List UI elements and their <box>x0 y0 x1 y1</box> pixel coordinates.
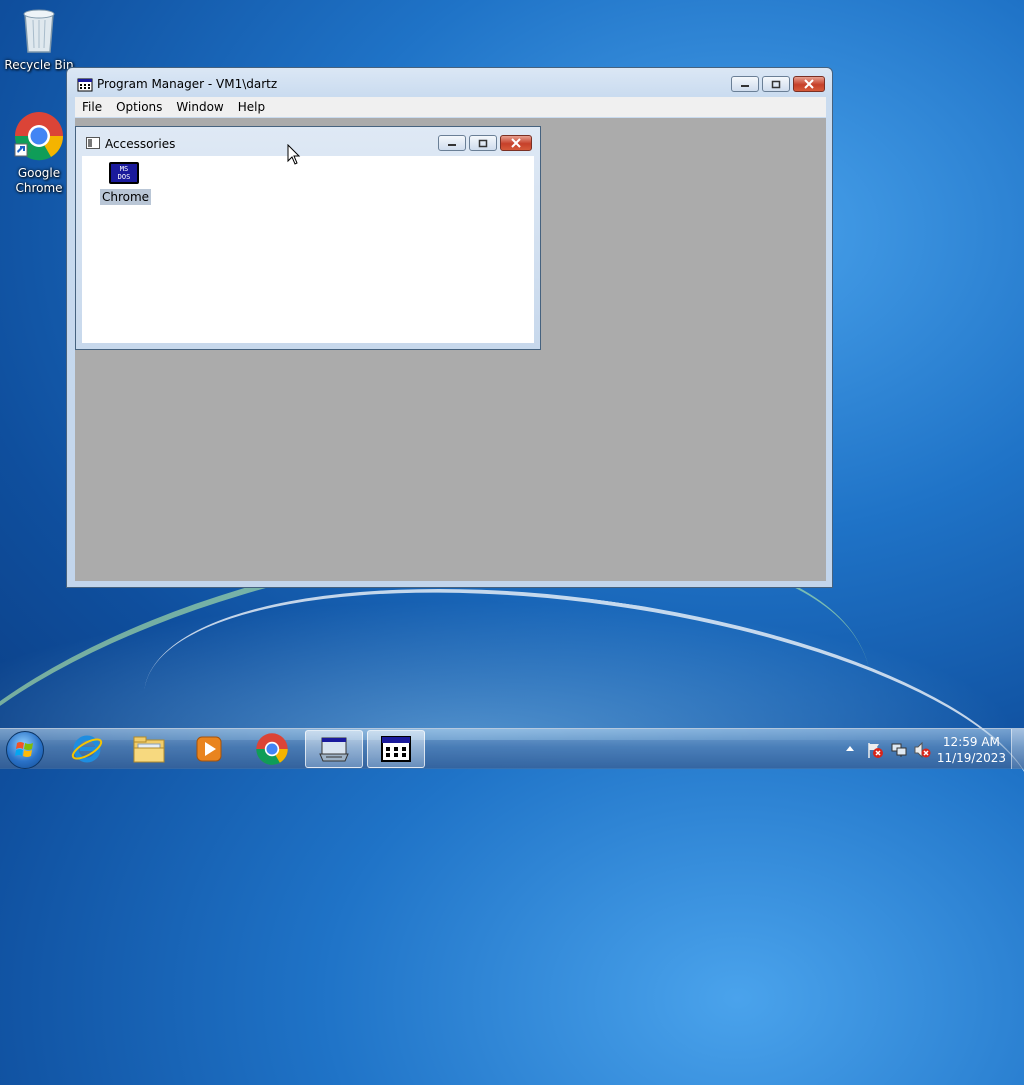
caption-buttons <box>728 76 825 92</box>
close-icon <box>511 138 521 148</box>
close-icon <box>804 79 814 89</box>
close-button[interactable] <box>793 76 825 92</box>
group-client-area: MS DOS Chrome <box>82 156 534 343</box>
group-caption-buttons <box>435 135 532 151</box>
media-player-icon <box>196 736 222 762</box>
menu-file[interactable]: File <box>75 100 109 114</box>
show-desktop-button[interactable] <box>1011 729 1024 769</box>
program-item-chrome[interactable]: MS DOS Chrome <box>100 162 152 205</box>
mdi-client-area: Accessories MS DOS Chrome <box>75 118 826 581</box>
restore-icon <box>478 139 488 147</box>
taskbar-program[interactable] <box>305 730 363 768</box>
restore-button[interactable] <box>762 76 790 92</box>
program-icon <box>319 737 349 762</box>
action-center-flag-icon[interactable] <box>866 741 884 759</box>
taskbar-media-player[interactable] <box>180 730 238 768</box>
recycle-bin-icon <box>23 9 55 53</box>
program-item-label: Chrome <box>100 189 152 205</box>
system-clock[interactable]: 12:59 AM 11/19/2023 <box>937 734 1006 766</box>
minimize-button[interactable] <box>731 76 759 92</box>
program-manager-icon <box>381 736 411 762</box>
mouse-cursor-icon <box>287 144 301 165</box>
group-minimize-button[interactable] <box>438 135 466 151</box>
menu-options[interactable]: Options <box>109 100 169 114</box>
program-manager-icon <box>77 78 93 92</box>
group-window-title: Accessories <box>105 137 176 151</box>
minimize-icon <box>448 144 456 146</box>
network-icon[interactable] <box>890 741 908 759</box>
taskbar: 12:59 AM 11/19/2023 <box>0 728 1024 769</box>
menu-bar: File Options Window Help <box>75 97 826 117</box>
taskbar-internet-explorer[interactable] <box>58 730 116 768</box>
minimize-icon <box>741 85 749 87</box>
taskbar-chrome[interactable] <box>243 730 301 768</box>
taskbar-program-manager[interactable] <box>367 730 425 768</box>
internet-explorer-icon <box>71 735 103 763</box>
clock-time: 12:59 AM <box>942 735 1000 749</box>
chrome-icon <box>256 733 288 765</box>
menu-window[interactable]: Window <box>169 100 230 114</box>
ms-dos-icon-text-1: MS <box>119 165 129 173</box>
volume-muted-icon[interactable] <box>913 741 931 759</box>
recycle-bin-shortcut[interactable]: Recycle Bin <box>0 6 78 73</box>
group-close-button[interactable] <box>500 135 532 151</box>
clock-date: 11/19/2023 <box>936 751 1006 765</box>
ms-dos-icon-text-2: DOS <box>117 173 131 181</box>
program-manager-window[interactable]: Program Manager - VM1\dartz File Options… <box>66 67 833 588</box>
chrome-icon <box>14 112 64 161</box>
start-button[interactable] <box>6 731 44 769</box>
ms-dos-icon: MS DOS <box>109 162 139 184</box>
restore-icon <box>771 80 781 88</box>
show-hidden-icons-icon[interactable] <box>845 744 855 752</box>
taskbar-windows-explorer[interactable] <box>120 730 178 768</box>
group-window-icon <box>86 137 100 149</box>
windows-logo-icon <box>15 742 33 757</box>
group-restore-button[interactable] <box>469 135 497 151</box>
accessories-group-window[interactable]: Accessories MS DOS Chrome <box>75 126 541 350</box>
menu-help[interactable]: Help <box>231 100 272 114</box>
windows-explorer-icon <box>133 736 165 763</box>
window-title: Program Manager - VM1\dartz <box>97 77 278 91</box>
